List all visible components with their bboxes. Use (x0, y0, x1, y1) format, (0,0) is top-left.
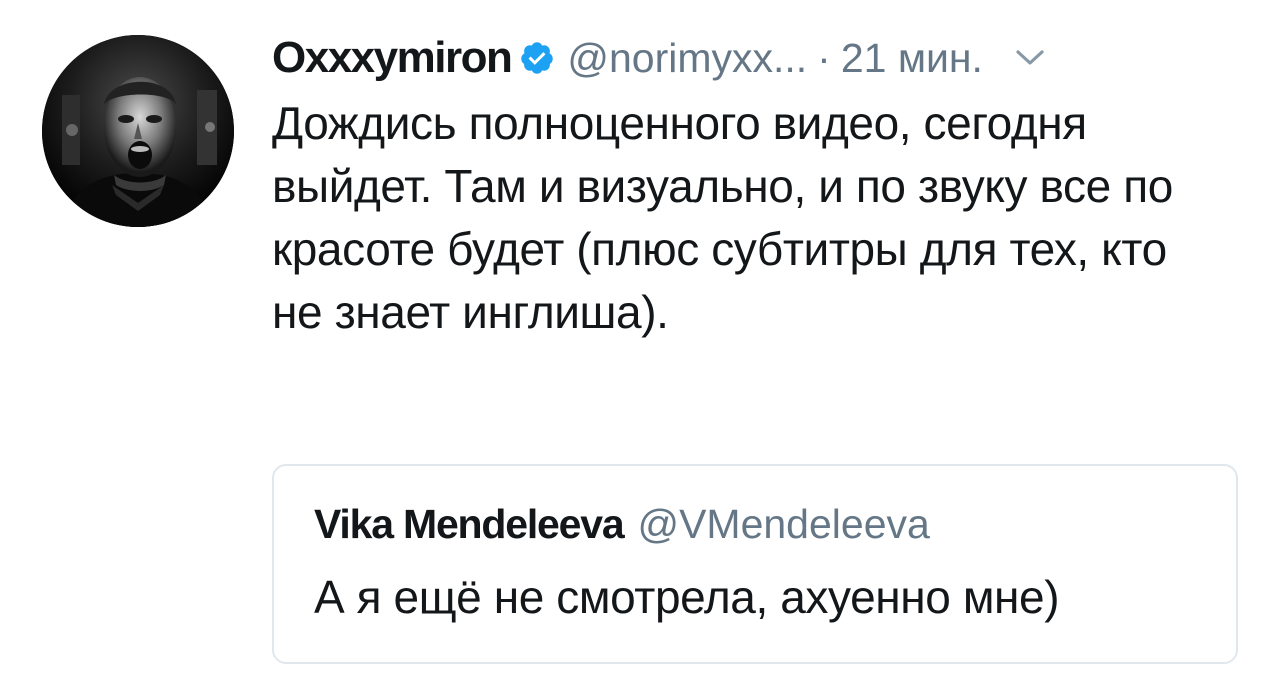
avatar[interactable] (42, 35, 234, 227)
tweet-content: Oxxxymiron @norimyxx... · 21 мин. Дождис… (272, 28, 1242, 344)
chevron-down-icon[interactable] (1015, 48, 1045, 68)
tweet-header: Oxxxymiron @norimyxx... · 21 мин. (272, 28, 1242, 88)
verified-badge-icon (521, 42, 554, 74)
author-handle[interactable]: @norimyxx... (567, 35, 807, 82)
quoted-author-handle: @VMendeleeva (637, 500, 930, 547)
separator-dot: · (817, 34, 831, 81)
quoted-tweet[interactable]: Vika Mendeleeva @VMendeleeva А я ещё не … (272, 464, 1238, 664)
quoted-tweet-text: А я ещё не смотрела, ахуенно мне) (314, 571, 1060, 623)
timestamp[interactable]: 21 мин. (841, 35, 983, 82)
avatar-image (42, 35, 234, 227)
author-name[interactable]: Oxxxymiron (272, 33, 513, 83)
tweet[interactable]: Oxxxymiron @norimyxx... · 21 мин. Дождис… (0, 0, 1280, 680)
tweet-text: Дождись полноценного видео, сегодня выйд… (272, 97, 1173, 338)
quoted-tweet-header: Vika Mendeleeva @VMendeleeva (314, 496, 1236, 552)
quoted-author-name: Vika Mendeleeva (314, 500, 625, 547)
